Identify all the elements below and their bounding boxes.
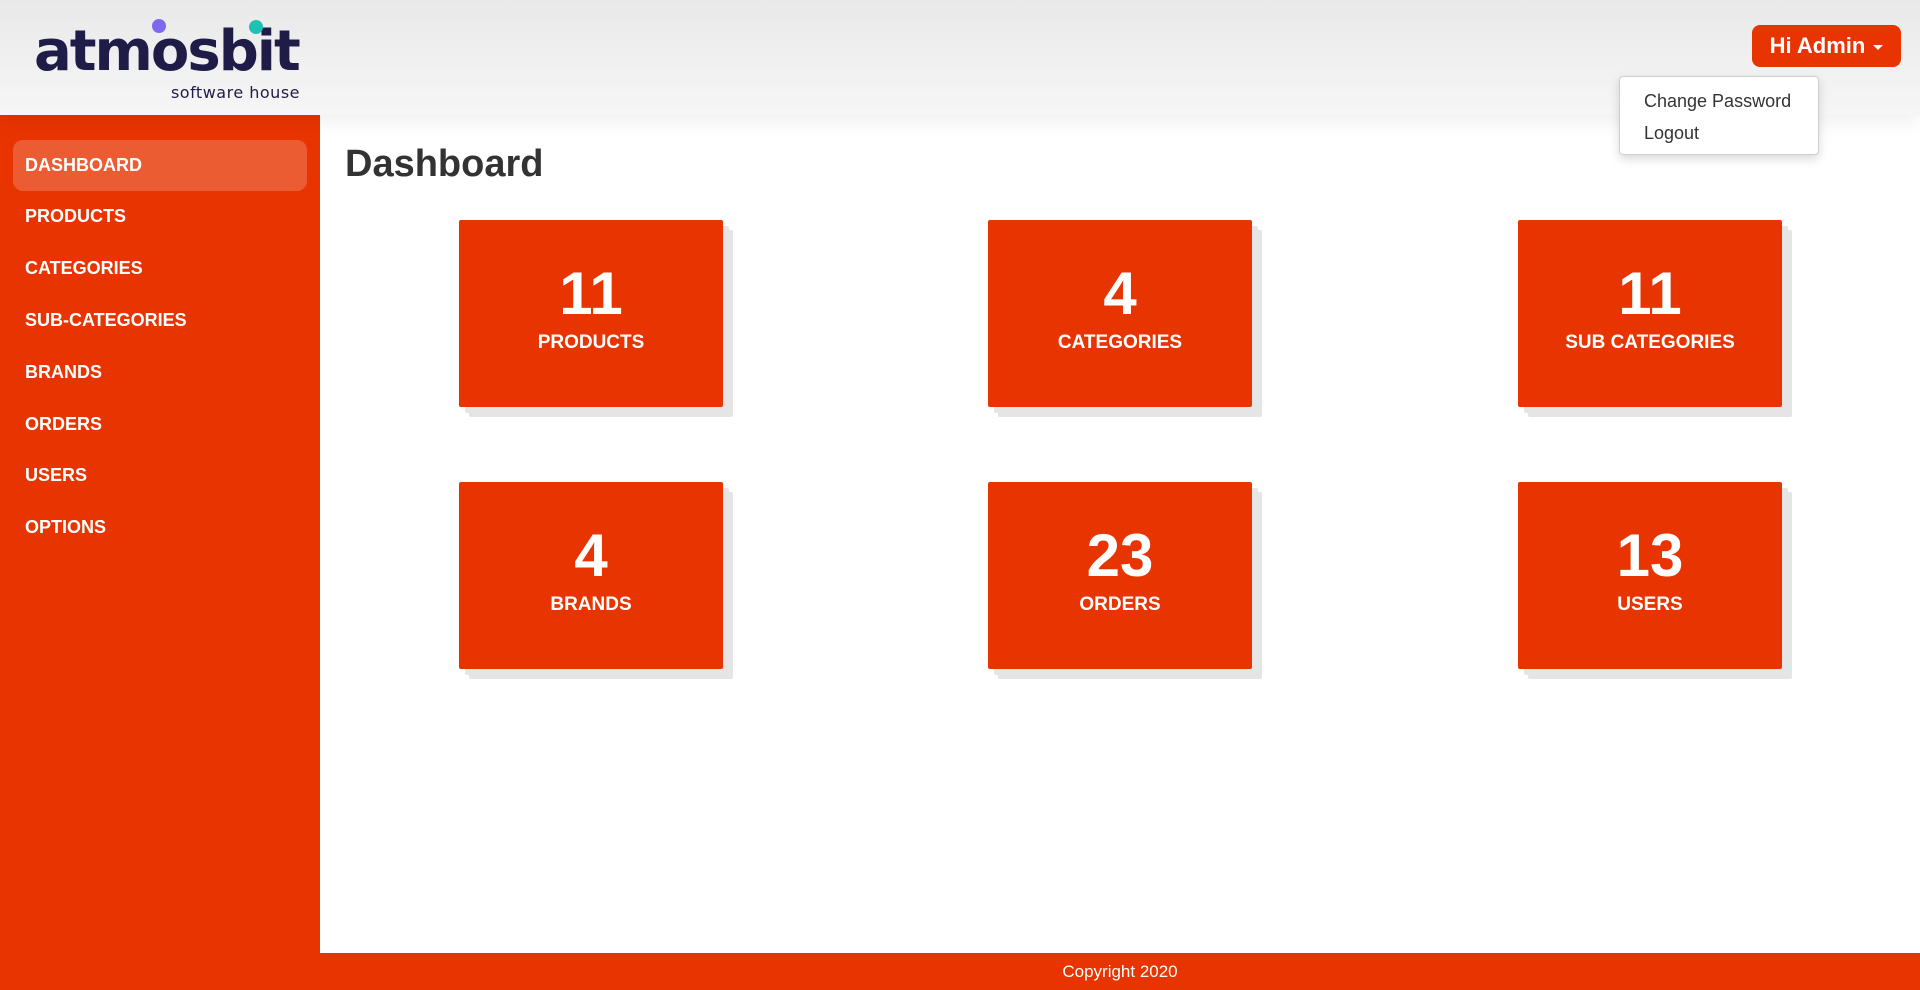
page-footer: Copyright 2020 (320, 953, 1920, 990)
logo-tagline: software house (170, 83, 300, 102)
sidebar-item-sub-categories[interactable]: SUB-CATEGORIES (13, 295, 307, 346)
stat-card-orders[interactable]: 23 ORDERS (988, 482, 1252, 669)
logo-dot-teal (249, 20, 263, 34)
stat-label: ORDERS (1079, 594, 1161, 615)
stat-value: 11 (1618, 260, 1682, 327)
sidebar-nav: DASHBOARD PRODUCTS CATEGORIES SUB-CATEGO… (0, 115, 320, 990)
company-logo[interactable]: atmosbit software house (30, 14, 301, 104)
user-menu-button[interactable]: Hi Admin (1752, 25, 1901, 67)
stat-label: CATEGORIES (1057, 332, 1183, 353)
page-title: Dashboard (345, 143, 544, 185)
user-dropdown-menu: Change Password Logout (1619, 76, 1819, 155)
stat-label: USERS (1617, 594, 1683, 615)
sidebar-item-products[interactable]: PRODUCTS (13, 191, 307, 242)
stat-value: 4 (574, 522, 608, 589)
stat-label: SUB CATEGORIES (1565, 332, 1735, 353)
sidebar-item-brands[interactable]: BRANDS (13, 347, 307, 398)
sidebar-item-orders[interactable]: ORDERS (13, 399, 307, 450)
stat-card-products[interactable]: 11 PRODUCTS (459, 220, 723, 407)
logo-dot-purple (152, 19, 166, 33)
change-password-link[interactable]: Change Password (1620, 85, 1818, 117)
stat-value: 23 (1086, 522, 1154, 589)
stat-label: BRANDS (550, 594, 632, 615)
copyright-text: Copyright 2020 (1062, 961, 1178, 981)
stat-value: 11 (559, 260, 623, 327)
sidebar-item-categories[interactable]: CATEGORIES (13, 243, 307, 294)
stat-card-sub-categories[interactable]: 11 SUB CATEGORIES (1518, 220, 1782, 407)
stat-card-brands[interactable]: 4 BRANDS (459, 482, 723, 669)
logout-link[interactable]: Logout (1620, 117, 1818, 149)
stat-value: 13 (1616, 522, 1684, 589)
sidebar-item-users[interactable]: USERS (13, 450, 307, 501)
sidebar-item-dashboard[interactable]: DASHBOARD (13, 140, 307, 191)
stat-value: 4 (1103, 260, 1137, 327)
user-menu-label: Hi Admin (1769, 33, 1866, 58)
sidebar-item-options[interactable]: OPTIONS (13, 502, 307, 553)
caret-down-icon (1873, 45, 1884, 50)
stat-label: PRODUCTS (537, 332, 645, 353)
stat-card-users[interactable]: 13 USERS (1518, 482, 1782, 669)
stat-card-categories[interactable]: 4 CATEGORIES (988, 220, 1252, 407)
